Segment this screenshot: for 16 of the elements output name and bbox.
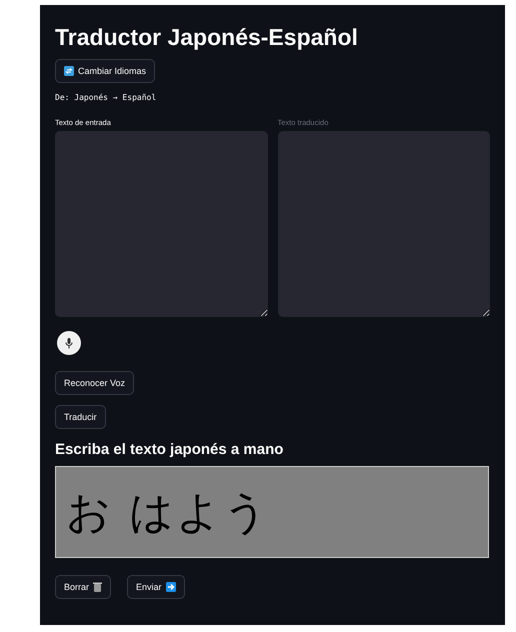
recognize-voice-button[interactable]: Reconocer Voz bbox=[55, 371, 134, 395]
page-title: Traductor Japonés-Español bbox=[55, 23, 359, 51]
arrow-icon bbox=[166, 582, 176, 592]
clear-button[interactable]: Borrar bbox=[55, 575, 112, 599]
drawing-canvas[interactable]: お はよう bbox=[55, 466, 489, 558]
translate-button[interactable]: Traducir bbox=[55, 405, 106, 429]
handwritten-text: お はよう bbox=[66, 486, 270, 540]
text-area[interactable] bbox=[55, 131, 268, 317]
microphone-button[interactable] bbox=[57, 331, 81, 355]
swap-languages-button[interactable]: Cambiar Idiomas bbox=[55, 59, 156, 83]
send-button[interactable]: Enviar bbox=[127, 575, 185, 599]
microphone-icon bbox=[65, 338, 73, 348]
swap-icon bbox=[64, 66, 74, 76]
section-heading: Escriba el texto japonés a mano bbox=[55, 441, 284, 458]
trash-icon bbox=[93, 582, 102, 592]
direction-text: De: Japonés → Español bbox=[55, 93, 158, 102]
